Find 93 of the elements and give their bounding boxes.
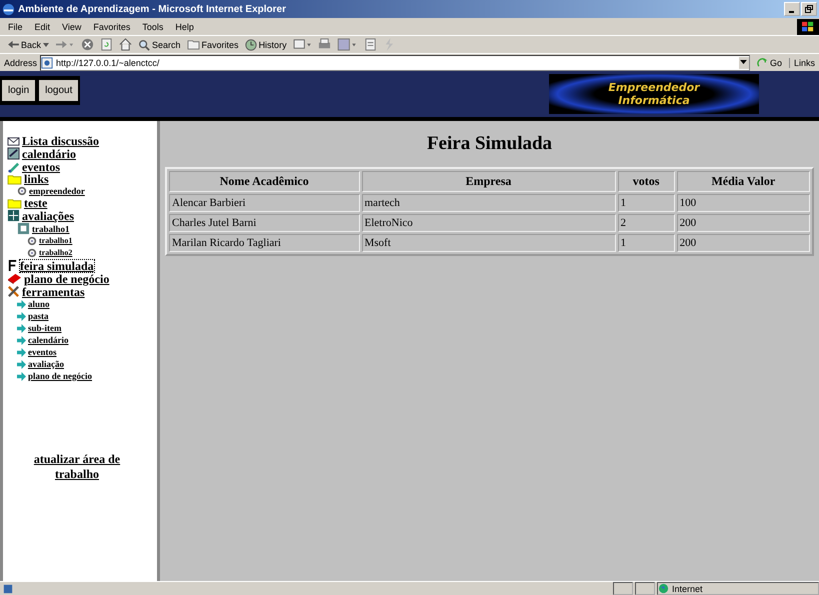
table-cell: EletroNico bbox=[362, 214, 616, 232]
menu-item[interactable]: Edit bbox=[34, 22, 50, 32]
book-icon bbox=[7, 272, 22, 285]
sidebar-link[interactable]: sub-item bbox=[28, 322, 62, 334]
envelope-icon bbox=[7, 136, 20, 146]
table-cell: 100 bbox=[676, 194, 810, 212]
sidebar-link[interactable]: pasta bbox=[28, 310, 49, 322]
page-icon bbox=[3, 584, 13, 594]
home-icon[interactable] bbox=[119, 38, 132, 51]
table-cell: Charles Jutel Barni bbox=[169, 214, 360, 232]
menu-item[interactable]: Help bbox=[175, 22, 194, 32]
menu-item[interactable]: File bbox=[8, 22, 23, 32]
history-button[interactable]: History bbox=[244, 38, 287, 50]
sidebar-link[interactable]: ferramentas bbox=[22, 286, 85, 298]
sidebar-link[interactable]: trabalho1 bbox=[32, 222, 70, 234]
nav-button[interactable]: logout bbox=[39, 80, 78, 101]
calendar-icon bbox=[7, 147, 20, 160]
sidebar-link[interactable]: teste bbox=[24, 197, 48, 209]
globe-icon bbox=[658, 583, 669, 594]
print-icon[interactable] bbox=[318, 38, 331, 51]
sidebar-link[interactable]: plano de negócio bbox=[24, 272, 110, 284]
restore-icon bbox=[805, 5, 813, 13]
table-cell: 200 bbox=[676, 234, 810, 252]
address-label: Address bbox=[4, 58, 38, 68]
table-cell: martech bbox=[362, 194, 616, 212]
address-field[interactable]: http://127.0.0.1/~alenctcc/ bbox=[40, 54, 750, 70]
menu-item[interactable]: Tools bbox=[142, 22, 164, 32]
table-cell: Msoft bbox=[362, 234, 616, 252]
menu-item[interactable]: View bbox=[62, 22, 82, 32]
logo-text: Empreendedor bbox=[608, 81, 700, 94]
back-button[interactable]: Back bbox=[8, 40, 50, 50]
refresh-icon[interactable] bbox=[100, 38, 114, 51]
caret-icon bbox=[43, 42, 50, 46]
minimize-button[interactable] bbox=[784, 2, 800, 16]
go-button[interactable]: Go bbox=[752, 57, 786, 68]
sidebar-link[interactable]: links bbox=[24, 173, 49, 185]
sidebar-link[interactable]: aluno bbox=[28, 298, 50, 310]
table-cell: 200 bbox=[676, 214, 810, 232]
table-cell: 1 bbox=[618, 194, 675, 212]
links-button[interactable]: Links bbox=[788, 58, 819, 68]
menu-item[interactable]: Favorites bbox=[93, 22, 130, 32]
column-header: Nome Acadêmico bbox=[169, 171, 360, 192]
restore-button[interactable] bbox=[801, 2, 817, 16]
sidebar-link[interactable]: calendário bbox=[28, 334, 68, 346]
refresh-link[interactable]: atualizar área de trabalho bbox=[17, 452, 137, 482]
folder-icon bbox=[186, 39, 200, 50]
sidebar-link[interactable]: plano de negócio bbox=[28, 370, 92, 382]
back-arrow-icon bbox=[8, 40, 19, 49]
column-header: votos bbox=[618, 171, 675, 192]
sidebar-link[interactable]: trabalho2 bbox=[39, 247, 72, 259]
caret-icon bbox=[740, 60, 748, 65]
pen-icon bbox=[7, 160, 20, 173]
mail-icon[interactable] bbox=[292, 38, 312, 51]
form-icon bbox=[17, 222, 30, 235]
clock-icon bbox=[244, 38, 257, 50]
sidebar-link[interactable]: calendário bbox=[22, 148, 76, 160]
sidebar-link[interactable]: feira simulada bbox=[20, 260, 94, 272]
column-header: Média Valor bbox=[676, 171, 810, 192]
forward-icon[interactable] bbox=[55, 40, 76, 49]
column-header: Empresa bbox=[362, 171, 616, 192]
table-cell: 1 bbox=[618, 234, 675, 252]
logo-text: Informática bbox=[618, 94, 690, 107]
page-icon bbox=[41, 56, 54, 68]
sidebar-link[interactable]: trabalho1 bbox=[39, 235, 72, 247]
sidebar-link[interactable]: empreendedor bbox=[29, 185, 85, 197]
folder-icon bbox=[7, 198, 22, 208]
sidebar-link[interactable]: eventos bbox=[28, 346, 56, 358]
link-icon bbox=[17, 186, 27, 196]
folder-icon bbox=[7, 174, 22, 184]
document-icon[interactable] bbox=[364, 38, 377, 51]
page-heading: Feira Simulada bbox=[426, 133, 554, 155]
sidebar-link[interactable]: avaliações bbox=[22, 210, 74, 222]
search-button[interactable]: Search bbox=[138, 38, 181, 50]
status-panel bbox=[613, 582, 633, 595]
sidebar-link[interactable]: Lista discussão bbox=[22, 135, 100, 147]
sidebar-link[interactable]: avaliação bbox=[28, 358, 64, 370]
stop-icon[interactable] bbox=[81, 38, 94, 51]
favorites-button[interactable]: Favorites bbox=[186, 39, 239, 50]
window-title: Ambiente de Aprendizagem - Microsoft Internet Explorer bbox=[18, 4, 288, 14]
zone-label: Internet bbox=[672, 584, 703, 594]
status-panel bbox=[635, 582, 655, 595]
windows-logo-icon bbox=[797, 18, 819, 34]
search-icon bbox=[138, 38, 150, 50]
tools-icon bbox=[7, 285, 20, 298]
grid-icon bbox=[7, 209, 20, 222]
table-cell: 2 bbox=[618, 214, 675, 232]
dropdown-button[interactable] bbox=[738, 56, 749, 68]
table-cell: Alencar Barbieri bbox=[169, 194, 360, 212]
letter-f-icon bbox=[7, 259, 18, 272]
table-cell: Marilan Ricardo Tagliari bbox=[169, 234, 360, 252]
sidebar-link[interactable]: eventos bbox=[22, 160, 60, 172]
nav-button[interactable]: login bbox=[2, 80, 36, 101]
go-arrow-icon bbox=[756, 57, 768, 68]
